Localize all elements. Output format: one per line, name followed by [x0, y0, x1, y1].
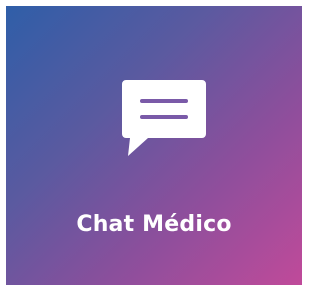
chat-bubble-icon [118, 76, 210, 160]
chat-medico-tile[interactable]: Chat Médico [6, 6, 302, 285]
tile-title: Chat Médico [76, 212, 232, 237]
